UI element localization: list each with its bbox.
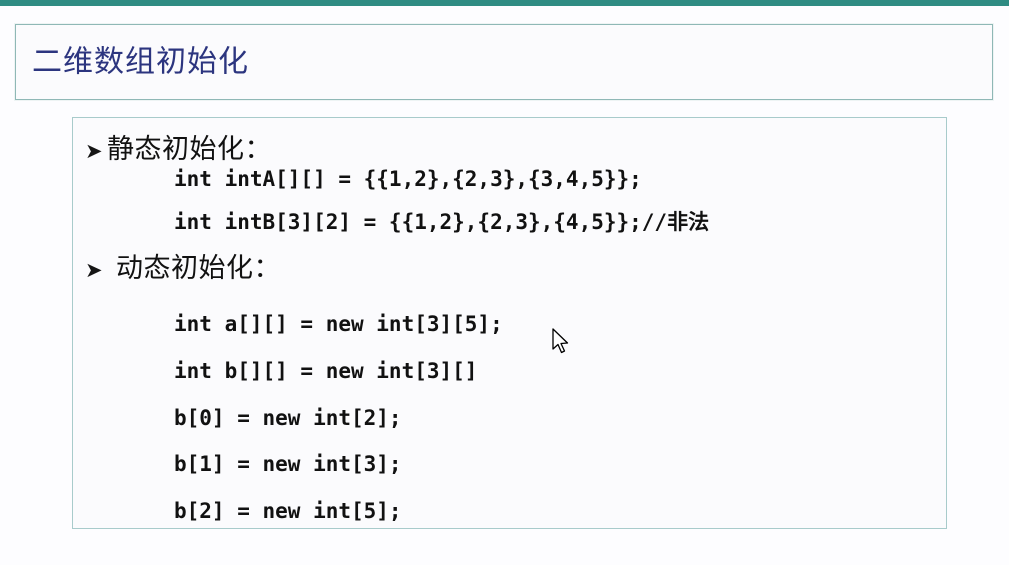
code-line-dynamic-4: b[1] = new int[3]; [174,452,402,476]
page-title: 二维数组初始化 [32,45,249,79]
content-box: ➤ 静态初始化： int intA[][] = {{1,2},{2,3},{3,… [72,117,947,529]
bullet-item-dynamic: ➤ 动态初始化： [85,246,281,285]
bullet-label-static: 静态初始化： [107,134,272,164]
code-line-static-2: int intB[3][2] = {{1,2},{2,3},{4,5}};//非… [174,206,709,236]
code-line-dynamic-5: b[2] = new int[5]; [174,499,402,523]
code-line-static-2-comment: 非法 [667,210,710,234]
code-line-dynamic-1: int a[][] = new int[3][5]; [174,312,503,336]
bullet-item-static: ➤ 静态初始化： [85,127,272,166]
code-line-static-1: int intA[][] = {{1,2},{2,3},{3,4,5}}; [174,167,642,191]
bullet-label-dynamic: 动态初始化： [116,253,281,283]
code-line-dynamic-2: int b[][] = new int[3][] [174,359,478,383]
title-box: 二维数组初始化 [15,24,993,100]
arrow-bullet-icon: ➤ [85,258,103,282]
arrow-bullet-icon: ➤ [85,139,103,163]
slide-canvas: 二维数组初始化 ➤ 静态初始化： int intA[][] = {{1,2},{… [0,6,1009,565]
code-line-dynamic-3: b[0] = new int[2]; [174,406,402,430]
code-line-static-2-text: int intB[3][2] = {{1,2},{2,3},{4,5}};// [174,210,668,234]
